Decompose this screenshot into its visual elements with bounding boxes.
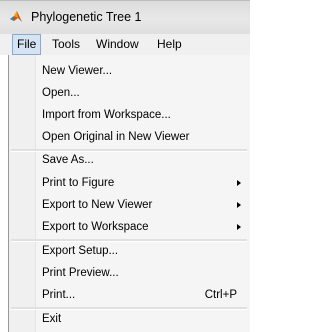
menu-item-export-to-workspace[interactable]: Export to Workspace: [9, 216, 249, 238]
title-bar: Phylogenetic Tree 1: [0, 0, 250, 34]
menu-item-open[interactable]: Open...: [9, 82, 249, 104]
menu-item-label: Print Preview...: [42, 267, 119, 279]
menu-item-label: Import from Workspace...: [42, 109, 171, 121]
menu-file[interactable]: File: [12, 34, 42, 55]
menu-item-label: Export to Workspace: [42, 221, 149, 233]
submenu-arrow-icon: [237, 180, 241, 186]
menu-item-open-original-in-new-viewer[interactable]: Open Original in New Viewer: [9, 126, 249, 148]
menu-bar: File Tools Window Help: [0, 34, 250, 55]
menu-item-print[interactable]: Print... Ctrl+P: [9, 284, 249, 306]
menu-item-print-to-figure[interactable]: Print to Figure: [9, 172, 249, 194]
menu-item-label: New Viewer...: [42, 65, 113, 77]
menu-item-label: Export to New Viewer: [42, 199, 153, 211]
window-title: Phylogenetic Tree 1: [31, 10, 142, 24]
menu-item-label: Open Original in New Viewer: [42, 131, 190, 143]
submenu-arrow-icon: [237, 202, 241, 208]
menu-item-exit[interactable]: Exit: [9, 308, 249, 330]
menu-item-import-from-workspace[interactable]: Import from Workspace...: [9, 104, 249, 126]
menu-item-label: Save As...: [42, 154, 94, 166]
menu-window[interactable]: Window: [96, 34, 139, 55]
menu-help[interactable]: Help: [157, 34, 182, 55]
menu-item-export-setup[interactable]: Export Setup...: [9, 240, 249, 262]
menu-item-print-preview[interactable]: Print Preview...: [9, 262, 249, 284]
menu-item-new-viewer[interactable]: New Viewer...: [9, 60, 249, 82]
menu-item-save-as[interactable]: Save As...: [9, 149, 249, 171]
file-menu-dropdown: New Viewer... Open... Import from Worksp…: [8, 55, 250, 332]
menu-item-export-to-new-viewer[interactable]: Export to New Viewer: [9, 194, 249, 216]
menu-item-label: Export Setup...: [42, 245, 119, 257]
menu-item-label: Exit: [42, 313, 62, 325]
menu-tools[interactable]: Tools: [52, 34, 80, 55]
menu-item-label: Open...: [42, 87, 80, 99]
menu-item-shortcut: Ctrl+P: [204, 289, 237, 301]
submenu-arrow-icon: [237, 224, 241, 230]
menu-item-label: Print...: [42, 289, 76, 301]
matlab-logo-icon: [10, 11, 22, 22]
menu-item-label: Print to Figure: [42, 177, 115, 189]
